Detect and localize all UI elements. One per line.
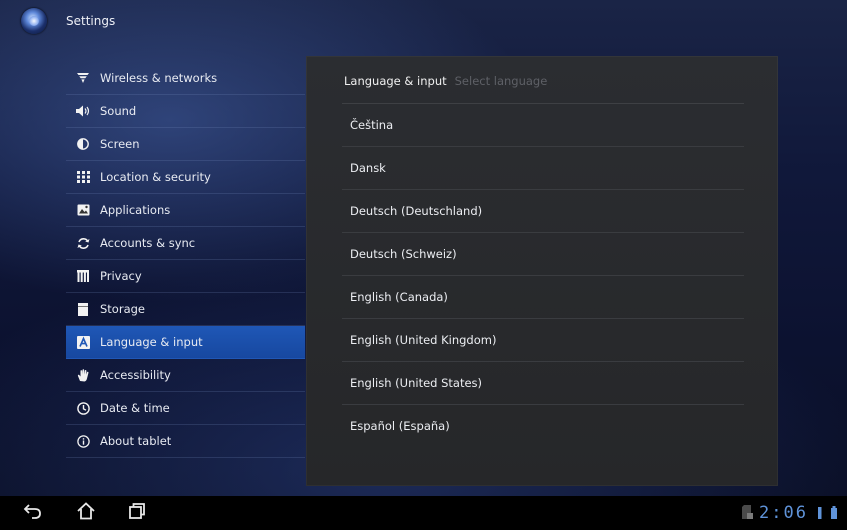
sidebar-item-label: About tablet [100, 434, 172, 448]
settings-screen: Settings Wireless & networks Sound Scree… [0, 0, 847, 496]
recent-apps-icon [127, 501, 147, 525]
sidebar-item-label: Date & time [100, 401, 170, 415]
sidebar-item-wireless-networks[interactable]: Wireless & networks [66, 62, 305, 95]
language-item[interactable]: English (United States) [342, 362, 744, 405]
sidebar-item-storage[interactable]: Storage [66, 293, 305, 326]
breadcrumb: Language & input Select language [344, 74, 547, 88]
home-icon [76, 501, 96, 525]
language-label: English (United Kingdom) [350, 333, 497, 347]
language-list: Čeština Dansk Deutsch (Deutschland) Deut… [342, 104, 744, 447]
sidebar-item-about-tablet[interactable]: About tablet [66, 425, 305, 458]
language-label: Deutsch (Deutschland) [350, 204, 483, 218]
sidebar-item-language-input[interactable]: Language & input [66, 326, 305, 359]
language-label: English (United States) [350, 376, 483, 390]
info-icon [76, 434, 90, 448]
hand-icon [76, 368, 90, 382]
language-item[interactable]: Dansk [342, 147, 744, 190]
clock-icon [76, 401, 90, 415]
language-item[interactable]: English (United Kingdom) [342, 319, 744, 362]
sidebar-item-accessibility[interactable]: Accessibility [66, 359, 305, 392]
wifi-signal-icon [818, 504, 828, 523]
sidebar-item-label: Screen [100, 137, 140, 151]
sidebar-item-label: Sound [100, 104, 137, 118]
apps-icon [76, 203, 90, 217]
language-icon [76, 335, 90, 349]
sidebar-item-label: Privacy [100, 269, 142, 283]
sidebar-item-sound[interactable]: Sound [66, 95, 305, 128]
language-item[interactable]: English (Canada) [342, 276, 744, 319]
speaker-icon [76, 104, 90, 118]
language-item[interactable]: Čeština [342, 104, 744, 147]
sd-card-icon [76, 302, 90, 316]
language-panel: Language & input Select language Čeština … [306, 56, 778, 486]
language-label: Čeština [350, 118, 394, 132]
sidebar-item-accounts-sync[interactable]: Accounts & sync [66, 227, 305, 260]
sidebar-item-applications[interactable]: Applications [66, 194, 305, 227]
breadcrumb-title: Language & input [344, 74, 447, 88]
sidebar-item-label: Location & security [100, 170, 211, 184]
back-button[interactable] [21, 501, 45, 525]
app-title: Settings [66, 14, 116, 28]
sidebar-item-privacy[interactable]: Privacy [66, 260, 305, 293]
sidebar-item-screen[interactable]: Screen [66, 128, 305, 161]
settings-app-icon[interactable] [21, 8, 47, 34]
sidebar-item-location-security[interactable]: Location & security [66, 161, 305, 194]
system-nav-bar: 2:06 [0, 496, 847, 530]
grid-lock-icon [76, 170, 90, 184]
recent-apps-button[interactable] [125, 501, 149, 525]
sidebar-item-label: Storage [100, 302, 145, 316]
language-label: Dansk [350, 161, 386, 175]
sidebar-item-label: Wireless & networks [100, 71, 218, 85]
back-icon [23, 502, 43, 524]
language-item[interactable]: Deutsch (Schweiz) [342, 233, 744, 276]
sidebar-item-label: Accounts & sync [100, 236, 196, 250]
home-button[interactable] [74, 501, 98, 525]
language-item[interactable]: Deutsch (Deutschland) [342, 190, 744, 233]
language-label: Deutsch (Schweiz) [350, 247, 457, 261]
status-area[interactable]: 2:06 [742, 503, 837, 523]
sd-card-status-icon [742, 504, 754, 523]
wifi-icon [76, 71, 90, 85]
settings-menu: Wireless & networks Sound Screen Locatio… [66, 62, 305, 458]
sidebar-item-date-time[interactable]: Date & time [66, 392, 305, 425]
language-label: Español (España) [350, 419, 450, 433]
brightness-icon [76, 137, 90, 151]
privacy-icon [76, 269, 90, 283]
sync-icon [76, 236, 90, 250]
sidebar-item-label: Applications [100, 203, 171, 217]
breadcrumb-subtitle: Select language [454, 74, 548, 88]
sidebar-item-label: Language & input [100, 335, 203, 349]
sidebar-item-label: Accessibility [100, 368, 171, 382]
battery-icon [831, 504, 837, 523]
clock: 2:06 [759, 503, 808, 523]
language-label: English (Canada) [350, 290, 448, 304]
title-bar: Settings [0, 0, 847, 44]
language-item[interactable]: Español (España) [342, 405, 744, 447]
